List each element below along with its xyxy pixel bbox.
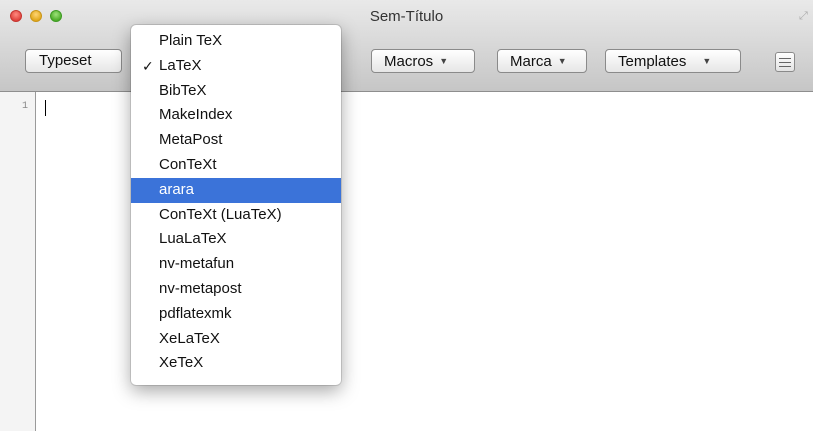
menu-item-label: MakeIndex — [159, 106, 233, 124]
menu-item-label: Plain TeX — [159, 32, 223, 49]
menu-item-label: ConTeXt — [159, 155, 217, 173]
typeset-button[interactable]: Typeset — [25, 49, 122, 73]
chevron-down-icon: ▼ — [557, 56, 567, 66]
menu-item-xetex[interactable]: XeTeX — [131, 351, 341, 376]
fullscreen-icon[interactable]: ⤢ — [799, 10, 811, 22]
menu-item-metapost[interactable]: MetaPost — [131, 128, 341, 153]
window-titlebar: Sem-Título ⤢ Typeset ❚❚ ⊕ Macros▼ Marca▼… — [0, 0, 813, 92]
menu-item-label: arara — [159, 180, 195, 198]
menu-item-label: XeLaTeX — [159, 329, 220, 347]
marca-dropdown[interactable]: Marca ▼ — [497, 49, 587, 73]
chevron-down-icon: ▼ — [439, 56, 449, 66]
menu-item-nv-metapost[interactable]: nv-metapost — [131, 277, 341, 302]
menu-item-context-luatex[interactable]: ConTeXt (LuaTeX) — [131, 203, 341, 228]
marca-dropdown-label: Marca — [510, 53, 552, 70]
menu-item-label: LuaLaTeX — [159, 230, 227, 248]
document-icon[interactable] — [775, 52, 795, 72]
menu-item-latex[interactable]: ✓ LaTeX — [131, 54, 341, 79]
chevron-down-icon: ▼ — [702, 56, 712, 66]
menu-item-plain-tex[interactable]: Plain TeX — [131, 29, 341, 54]
typeset-button-label: Typeset — [39, 52, 92, 69]
menu-item-lualatex[interactable]: LuaLaTeX — [131, 227, 341, 252]
line-number: 1 — [22, 101, 29, 112]
macros-dropdown[interactable]: Macros ▼ — [371, 49, 475, 73]
menu-item-label: nv-metapost — [159, 279, 242, 297]
menu-item-label: nv-metafun — [159, 255, 235, 273]
menu-item-xelatex[interactable]: XeLaTeX — [131, 327, 341, 352]
templates-dropdown[interactable]: Templates ▼ — [605, 49, 741, 73]
menu-item-label: ConTeXt (LuaTeX) — [159, 205, 282, 223]
line-number-gutter: 1 — [0, 92, 36, 431]
menu-item-label: pdflatexmk — [159, 304, 232, 322]
checkmark-icon: ✓ — [142, 57, 154, 74]
menu-list: Plain TeX ✓ LaTeX BibTeX MakeIndex MetaPost Co… — [131, 29, 341, 376]
menu-item-label: MetaPost — [159, 131, 223, 149]
menu-item-nv-metafun[interactable]: nv-metafun — [131, 252, 341, 277]
menu-item-context[interactable]: ConTeXt — [131, 153, 341, 178]
menu-item-bibtex[interactable]: BibTeX — [131, 79, 341, 104]
window-title: Sem-Título — [369, 8, 444, 25]
templates-dropdown-label: Templates — [618, 53, 687, 70]
menu-item-pdflatexmk[interactable]: pdflatexmk — [131, 302, 341, 327]
menu-item-label: LaTeX — [159, 56, 202, 74]
typeset-engine-menu: Plain TeX ✓ LaTeX BibTeX MakeIndex MetaPost Co… — [131, 25, 341, 385]
menu-item-arara[interactable]: arara — [131, 177, 341, 203]
menu-item-label: BibTeX — [159, 81, 207, 99]
menu-item-label: XeTeX — [159, 354, 204, 372]
menu-item-makeindex[interactable]: MakeIndex — [131, 103, 341, 128]
macros-dropdown-label: Macros — [384, 53, 434, 70]
